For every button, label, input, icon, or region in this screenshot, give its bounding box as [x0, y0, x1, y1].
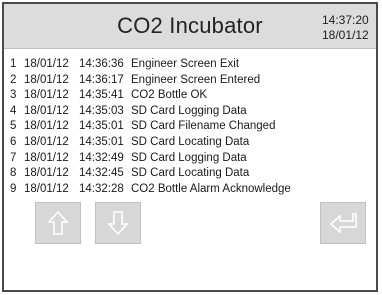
scroll-down-button[interactable] — [95, 202, 141, 244]
event-log: 1 18/01/12 14:36:36 Engineer Screen Exit… — [10, 57, 372, 197]
log-row: 1 18/01/12 14:36:36 Engineer Screen Exit — [10, 57, 372, 73]
log-time: 14:36:17 — [79, 73, 124, 86]
clock-time: 14:37:20 — [322, 13, 369, 27]
log-row: 9 18/01/12 14:32:28 CO2 Bottle Alarm Ack… — [10, 182, 372, 198]
log-message: SD Card Logging Data — [131, 104, 247, 117]
log-row: 6 18/01/12 14:35:01 SD Card Locating Dat… — [10, 135, 372, 151]
log-message: SD Card Logging Data — [131, 151, 247, 164]
log-number: 6 — [10, 135, 17, 148]
scroll-up-button[interactable] — [35, 202, 81, 244]
log-message: Engineer Screen Entered — [131, 73, 261, 86]
log-time: 14:35:41 — [79, 89, 124, 102]
log-message: CO2 Bottle Alarm Acknowledge — [131, 182, 291, 195]
log-message: CO2 Bottle OK — [131, 89, 208, 102]
log-date: 18/01/12 — [24, 104, 69, 117]
log-row: 7 18/01/12 14:32:49 SD Card Logging Data — [10, 151, 372, 167]
log-number: 8 — [10, 167, 17, 180]
log-date: 18/01/12 — [24, 182, 69, 195]
log-date: 18/01/12 — [24, 120, 69, 133]
clock-date: 18/01/12 — [322, 28, 369, 42]
log-number: 4 — [10, 104, 17, 117]
log-time: 14:32:49 — [79, 151, 124, 164]
log-message: SD Card Locating Data — [131, 135, 250, 148]
log-time: 14:35:01 — [79, 120, 124, 133]
log-message: SD Card Locating Data — [131, 167, 250, 180]
log-number: 9 — [10, 182, 17, 195]
log-number: 3 — [10, 89, 17, 102]
log-row: 8 18/01/12 14:32:45 SD Card Locating Dat… — [10, 166, 372, 182]
log-row: 5 18/01/12 14:35:01 SD Card Filename Cha… — [10, 119, 372, 135]
arrow-up-icon — [47, 210, 69, 236]
log-message: Engineer Screen Exit — [131, 58, 240, 70]
enter-return-icon — [328, 211, 358, 235]
log-date: 18/01/12 — [24, 58, 69, 70]
log-date: 18/01/12 — [24, 73, 69, 86]
log-number: 7 — [10, 151, 17, 164]
log-date: 18/01/12 — [24, 89, 69, 102]
enter-button[interactable] — [320, 202, 366, 244]
log-message: SD Card Filename Changed — [131, 120, 276, 133]
log-number: 5 — [10, 120, 17, 133]
log-date: 18/01/12 — [24, 167, 69, 180]
log-row: 4 18/01/12 14:35:03 SD Card Logging Data — [10, 104, 372, 120]
log-date: 18/01/12 — [24, 135, 69, 148]
log-time: 14:36:36 — [79, 58, 124, 70]
log-row: 3 18/01/12 14:35:41 CO2 Bottle OK — [10, 88, 372, 104]
log-number: 2 — [10, 73, 17, 86]
page-title: CO2 Incubator — [117, 13, 263, 38]
header-bar: CO2 Incubator 14:37:20 18/01/12 — [4, 4, 376, 49]
log-date: 18/01/12 — [24, 151, 69, 164]
log-time: 14:35:01 — [79, 135, 124, 148]
clock: 14:37:20 18/01/12 — [322, 13, 376, 43]
log-row: 2 18/01/12 14:36:17 Engineer Screen Ente… — [10, 73, 372, 89]
arrow-down-icon — [107, 210, 129, 236]
incubator-screen: CO2 Incubator 14:37:20 18/01/12 1 18/01/… — [2, 2, 378, 292]
log-time: 14:32:45 — [79, 167, 124, 180]
log-time: 14:35:03 — [79, 104, 124, 117]
log-number: 1 — [10, 58, 17, 70]
log-time: 14:32:28 — [79, 182, 124, 195]
